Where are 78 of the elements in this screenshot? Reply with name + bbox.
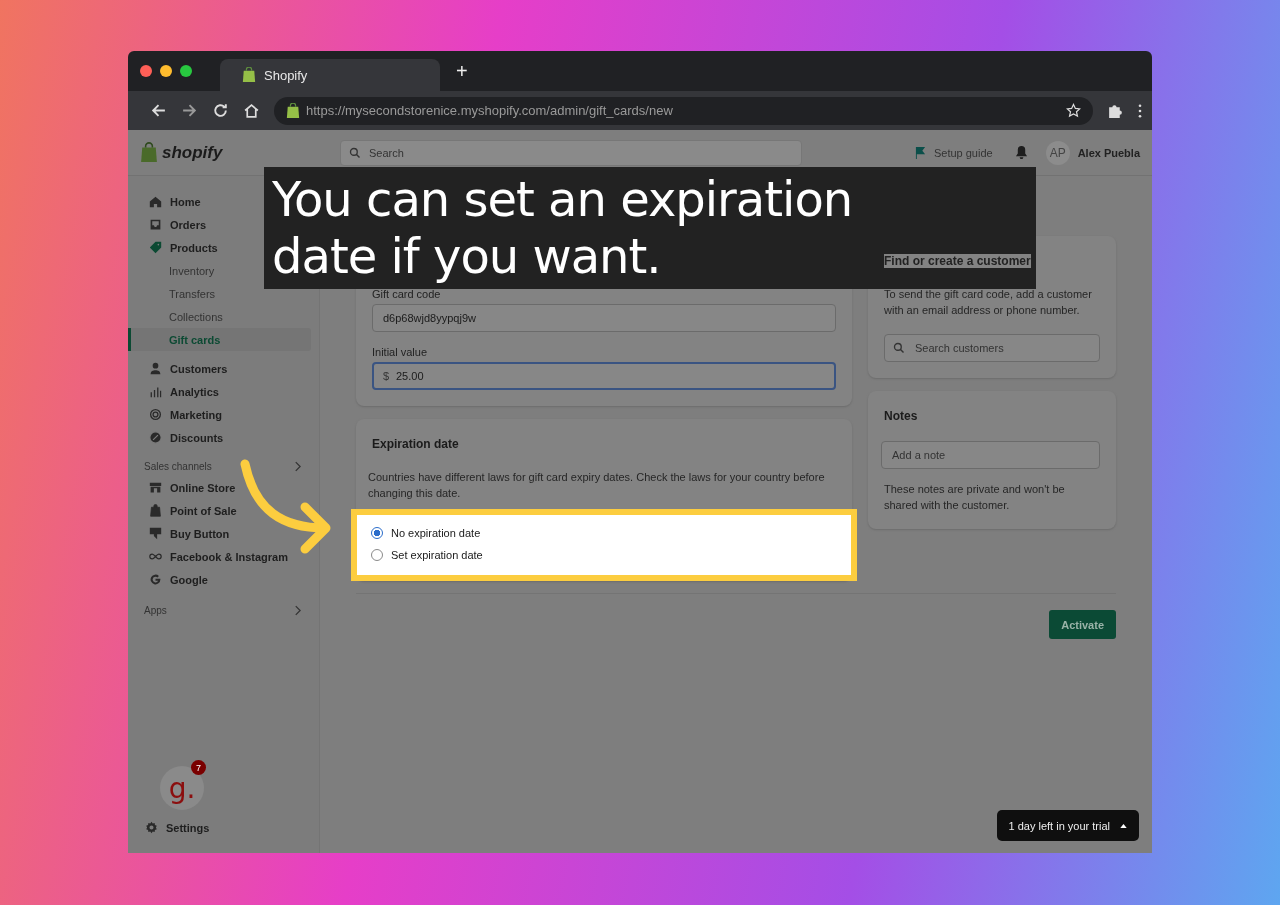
nav-item[interactable]: Google	[128, 568, 208, 591]
nav-subitem[interactable]: Gift cards	[128, 328, 311, 351]
nav-subitem[interactable]: Inventory	[128, 259, 215, 282]
currency-symbol: $	[383, 370, 390, 382]
nav-subitem[interactable]: Transfers	[128, 282, 216, 305]
bag-icon	[149, 504, 162, 517]
minimize-window-button[interactable]	[160, 65, 172, 77]
url-text: https://mysecondstorenice.myshopify.com/admin/gift_cards/new	[306, 103, 674, 118]
user-name[interactable]: Alex Puebla	[1077, 146, 1140, 159]
search-icon	[893, 342, 905, 354]
nav-item[interactable]: Buy Button	[128, 522, 230, 545]
customer-search-field[interactable]: Search customers	[884, 334, 1100, 362]
setup-guide-link[interactable]: Setup guide	[933, 146, 993, 159]
shopping-bag-icon	[286, 102, 300, 119]
forward-icon[interactable]	[181, 102, 198, 119]
section-heading: Apps	[144, 605, 167, 616]
chevron-right-icon[interactable]	[294, 461, 301, 472]
nav-item[interactable]: Home	[128, 190, 201, 213]
address-bar[interactable]: https://mysecondstorenice.myshopify.com/admin/gift_cards/new	[274, 96, 1093, 125]
bar-chart-icon	[149, 385, 162, 398]
user-avatar[interactable]: AP	[1045, 140, 1070, 165]
trial-button[interactable]: 1 day left in your trial	[996, 810, 1139, 841]
menu-icon[interactable]	[1138, 103, 1142, 118]
note-field[interactable]: Add a note	[881, 441, 1100, 469]
storefront-icon	[149, 481, 162, 494]
chevron-right-icon[interactable]	[294, 605, 301, 616]
settings-link[interactable]: Settings	[128, 816, 210, 839]
radio-button[interactable]	[371, 549, 383, 561]
close-window-button[interactable]	[140, 65, 152, 77]
code-field[interactable]: d6p68wjd8yypqj9w	[372, 304, 836, 332]
caret-icon	[1120, 823, 1127, 828]
back-icon[interactable]	[150, 102, 167, 119]
inbox-icon	[149, 218, 162, 231]
home-icon[interactable]	[243, 102, 260, 119]
new-tab-button[interactable]: +	[456, 59, 468, 83]
nav-item[interactable]: Analytics	[128, 380, 219, 403]
notification-badge: 7	[191, 760, 206, 775]
radio-button[interactable]	[371, 527, 383, 539]
nav-subitem[interactable]: Collections	[128, 305, 223, 328]
tag-icon	[149, 241, 162, 254]
nav-item[interactable]: Point of Sale	[128, 499, 237, 522]
letter-g-icon	[149, 573, 162, 586]
card-title: Notes	[884, 409, 919, 423]
field-label: Gift card code	[372, 288, 442, 300]
nav-item[interactable]: Facebook & Instagram	[128, 545, 288, 568]
card-title: Expiration date	[372, 437, 460, 451]
caption-text: You can set an expiration date if you want.	[272, 171, 854, 285]
target-icon	[149, 408, 162, 421]
nav-item[interactable]: Customers	[128, 357, 228, 380]
radio-option[interactable]: No expiration date	[371, 527, 837, 539]
section-heading: Sales channels	[144, 461, 212, 472]
logo[interactable]: shopify	[162, 142, 223, 163]
nav-item[interactable]: Orders	[128, 213, 207, 236]
nav-item[interactable]: Online Store	[128, 476, 236, 499]
shopping-bag-icon	[140, 141, 158, 164]
card-title: Find or create a customer	[884, 254, 1031, 268]
nav-item[interactable]: Marketing	[128, 403, 222, 426]
description-text: Countries have different laws for gift card expiry dates. Check the laws for your country before changing this date.	[368, 470, 826, 501]
search-icon	[349, 146, 361, 159]
flag-icon	[914, 146, 926, 159]
nav-item[interactable]: Products	[128, 236, 218, 259]
settings-icon	[145, 821, 158, 834]
shopping-bag-icon	[242, 67, 256, 83]
description-text: These notes are private and won't be shared with the customer.	[884, 482, 1066, 513]
person-icon	[149, 362, 162, 375]
activate-button[interactable]: Activate	[1049, 610, 1116, 639]
nav-item[interactable]: Discounts	[128, 426, 224, 449]
star-icon[interactable]	[1066, 103, 1081, 118]
description-text: To send the gift card code, add a customer with an email address or phone number.	[884, 287, 1093, 318]
radio-option[interactable]: Set expiration date	[371, 549, 837, 561]
maximize-window-button[interactable]	[180, 65, 192, 77]
search-field[interactable]: Search	[340, 139, 802, 166]
bell-icon[interactable]	[1014, 145, 1028, 160]
field-label: Initial value	[372, 346, 429, 358]
house-icon	[149, 195, 162, 208]
puzzle-icon[interactable]	[1107, 102, 1124, 119]
browser-tab[interactable]: Shopify	[220, 59, 440, 91]
reload-icon[interactable]	[212, 102, 229, 119]
